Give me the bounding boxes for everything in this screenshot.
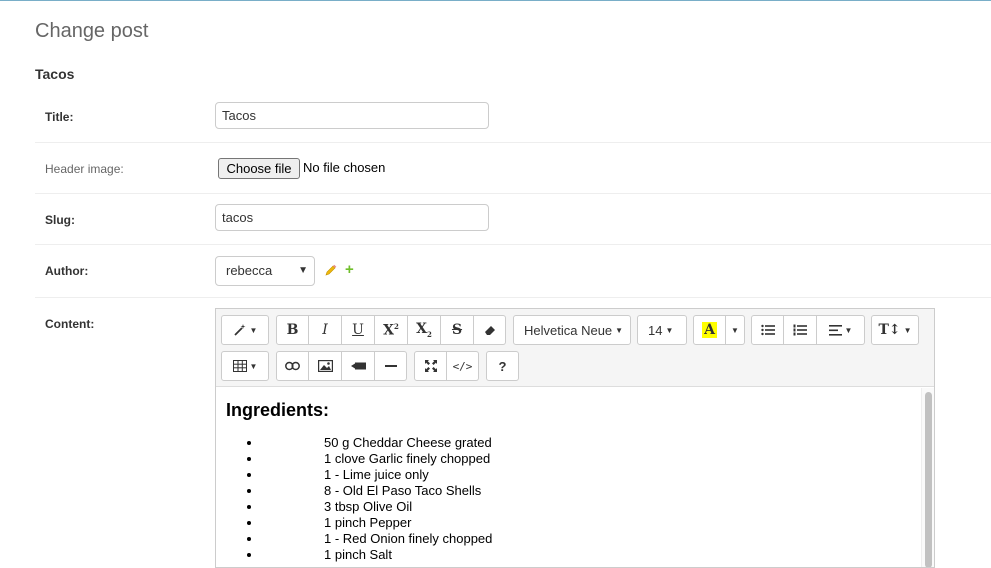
font-name-value: Helvetica Neue	[524, 322, 613, 338]
list-item: 1 - Red Onion finely chopped	[262, 531, 911, 547]
list-item: 1 clove Garlic finely chopped	[262, 451, 911, 467]
underline-button[interactable]: U	[342, 315, 375, 345]
strikethrough-button[interactable]: S	[441, 315, 474, 345]
header-image-row: Header image: Choose file No file chosen	[35, 143, 991, 194]
numbered-list-icon	[793, 324, 807, 336]
list-item: 3 tbsp Olive Oil	[262, 499, 911, 515]
object-title: Tacos	[35, 66, 75, 82]
ingredients-list: 50 g Cheddar Cheese grated 1 clove Garli…	[226, 435, 911, 563]
ingredients-heading: Ingredients:	[226, 400, 330, 420]
font-size-dropdown[interactable]: 14 ▼	[637, 315, 687, 345]
bold-button[interactable]: B	[276, 315, 309, 345]
chevron-down-icon: ▼	[298, 265, 308, 276]
choose-file-button[interactable]: Choose file	[218, 158, 300, 179]
text-color-icon: A	[702, 322, 717, 338]
minus-icon	[384, 365, 397, 367]
code-view-button[interactable]: </>	[447, 351, 479, 381]
caret-icon: ▼	[615, 325, 624, 335]
list-item: 1 pinch Salt	[262, 547, 911, 563]
header-accent-line	[0, 0, 991, 1]
link-icon	[285, 361, 300, 371]
rich-text-editor: ▼ B I U X2 X2 S Helvetica Neue ▼ 14 ▼ A	[215, 308, 935, 568]
author-row: Author: rebecca ▼ +	[35, 245, 991, 298]
caret-icon: ▼	[844, 325, 853, 335]
ordered-list-button[interactable]	[784, 315, 817, 345]
superscript-icon: X2	[383, 321, 399, 339]
align-left-icon	[828, 324, 842, 336]
author-selected-value: rebecca	[226, 263, 273, 278]
list-item: 50 g Cheddar Cheese grated	[262, 435, 911, 451]
code-icon: </>	[452, 359, 473, 373]
video-icon	[350, 362, 366, 370]
scrollbar-thumb[interactable]	[925, 392, 932, 567]
line-height-icon: T↕	[878, 322, 901, 338]
expand-icon	[424, 360, 437, 372]
caret-icon: ▼	[903, 325, 912, 335]
caret-icon: ▼	[249, 325, 258, 335]
add-author-plus-icon[interactable]: +	[345, 262, 354, 277]
author-label: Author:	[45, 264, 89, 278]
subscript-icon: X2	[416, 321, 432, 339]
title-row: Title:	[35, 92, 991, 143]
slug-row: Slug:	[35, 194, 991, 245]
bullet-list-icon	[760, 324, 775, 336]
table-icon	[232, 360, 247, 372]
list-item: 8 - Old El Paso Taco Shells	[262, 483, 911, 499]
help-button[interactable]: ?	[486, 351, 519, 381]
magic-style-button[interactable]: ▼	[221, 315, 269, 345]
italic-button[interactable]: I	[309, 315, 342, 345]
table-button[interactable]: ▼	[221, 351, 269, 381]
header-image-label: Header image:	[45, 162, 124, 176]
caret-icon: ▼	[249, 361, 258, 371]
list-item: 1 pinch Pepper	[262, 515, 911, 531]
clear-format-button[interactable]	[474, 315, 506, 345]
font-name-dropdown[interactable]: Helvetica Neue ▼	[513, 315, 631, 345]
editor-toolbar: ▼ B I U X2 X2 S Helvetica Neue ▼ 14 ▼ A	[216, 309, 934, 387]
unordered-list-button[interactable]	[751, 315, 784, 345]
insert-picture-button[interactable]	[309, 351, 342, 381]
insert-link-button[interactable]	[276, 351, 309, 381]
edit-pencil-icon[interactable]	[325, 264, 337, 276]
page-title: Change post	[35, 20, 149, 42]
horizontal-rule-button[interactable]	[375, 351, 407, 381]
editor-content[interactable]: Ingredients: 50 g Cheddar Cheese grated …	[216, 388, 921, 567]
title-input[interactable]	[215, 102, 489, 129]
fullscreen-button[interactable]	[414, 351, 447, 381]
slug-input[interactable]	[215, 204, 489, 231]
title-label: Title:	[45, 110, 74, 124]
superscript-button[interactable]: X2	[375, 315, 408, 345]
list-item: 1 - Lime juice only	[262, 467, 911, 483]
author-select[interactable]: rebecca ▼	[215, 256, 315, 286]
magic-wand-icon	[233, 324, 246, 336]
caret-icon: ▼	[731, 325, 739, 335]
subscript-button[interactable]: X2	[408, 315, 441, 345]
editor-scrollbar[interactable]	[921, 388, 934, 567]
content-label: Content:	[45, 317, 95, 331]
font-size-value: 14	[648, 322, 663, 338]
file-status-text: No file chosen	[303, 160, 386, 175]
strikethrough-icon: S	[451, 322, 463, 338]
eraser-icon	[484, 326, 495, 335]
line-height-dropdown[interactable]: T↕ ▼	[871, 315, 919, 345]
insert-video-button[interactable]	[342, 351, 375, 381]
picture-icon	[317, 360, 333, 372]
paragraph-align-dropdown[interactable]: ▼	[817, 315, 865, 345]
text-color-button[interactable]: A	[693, 315, 726, 345]
text-color-dropdown[interactable]: ▼	[726, 315, 745, 345]
caret-icon: ▼	[665, 325, 674, 335]
slug-label: Slug:	[45, 213, 75, 227]
